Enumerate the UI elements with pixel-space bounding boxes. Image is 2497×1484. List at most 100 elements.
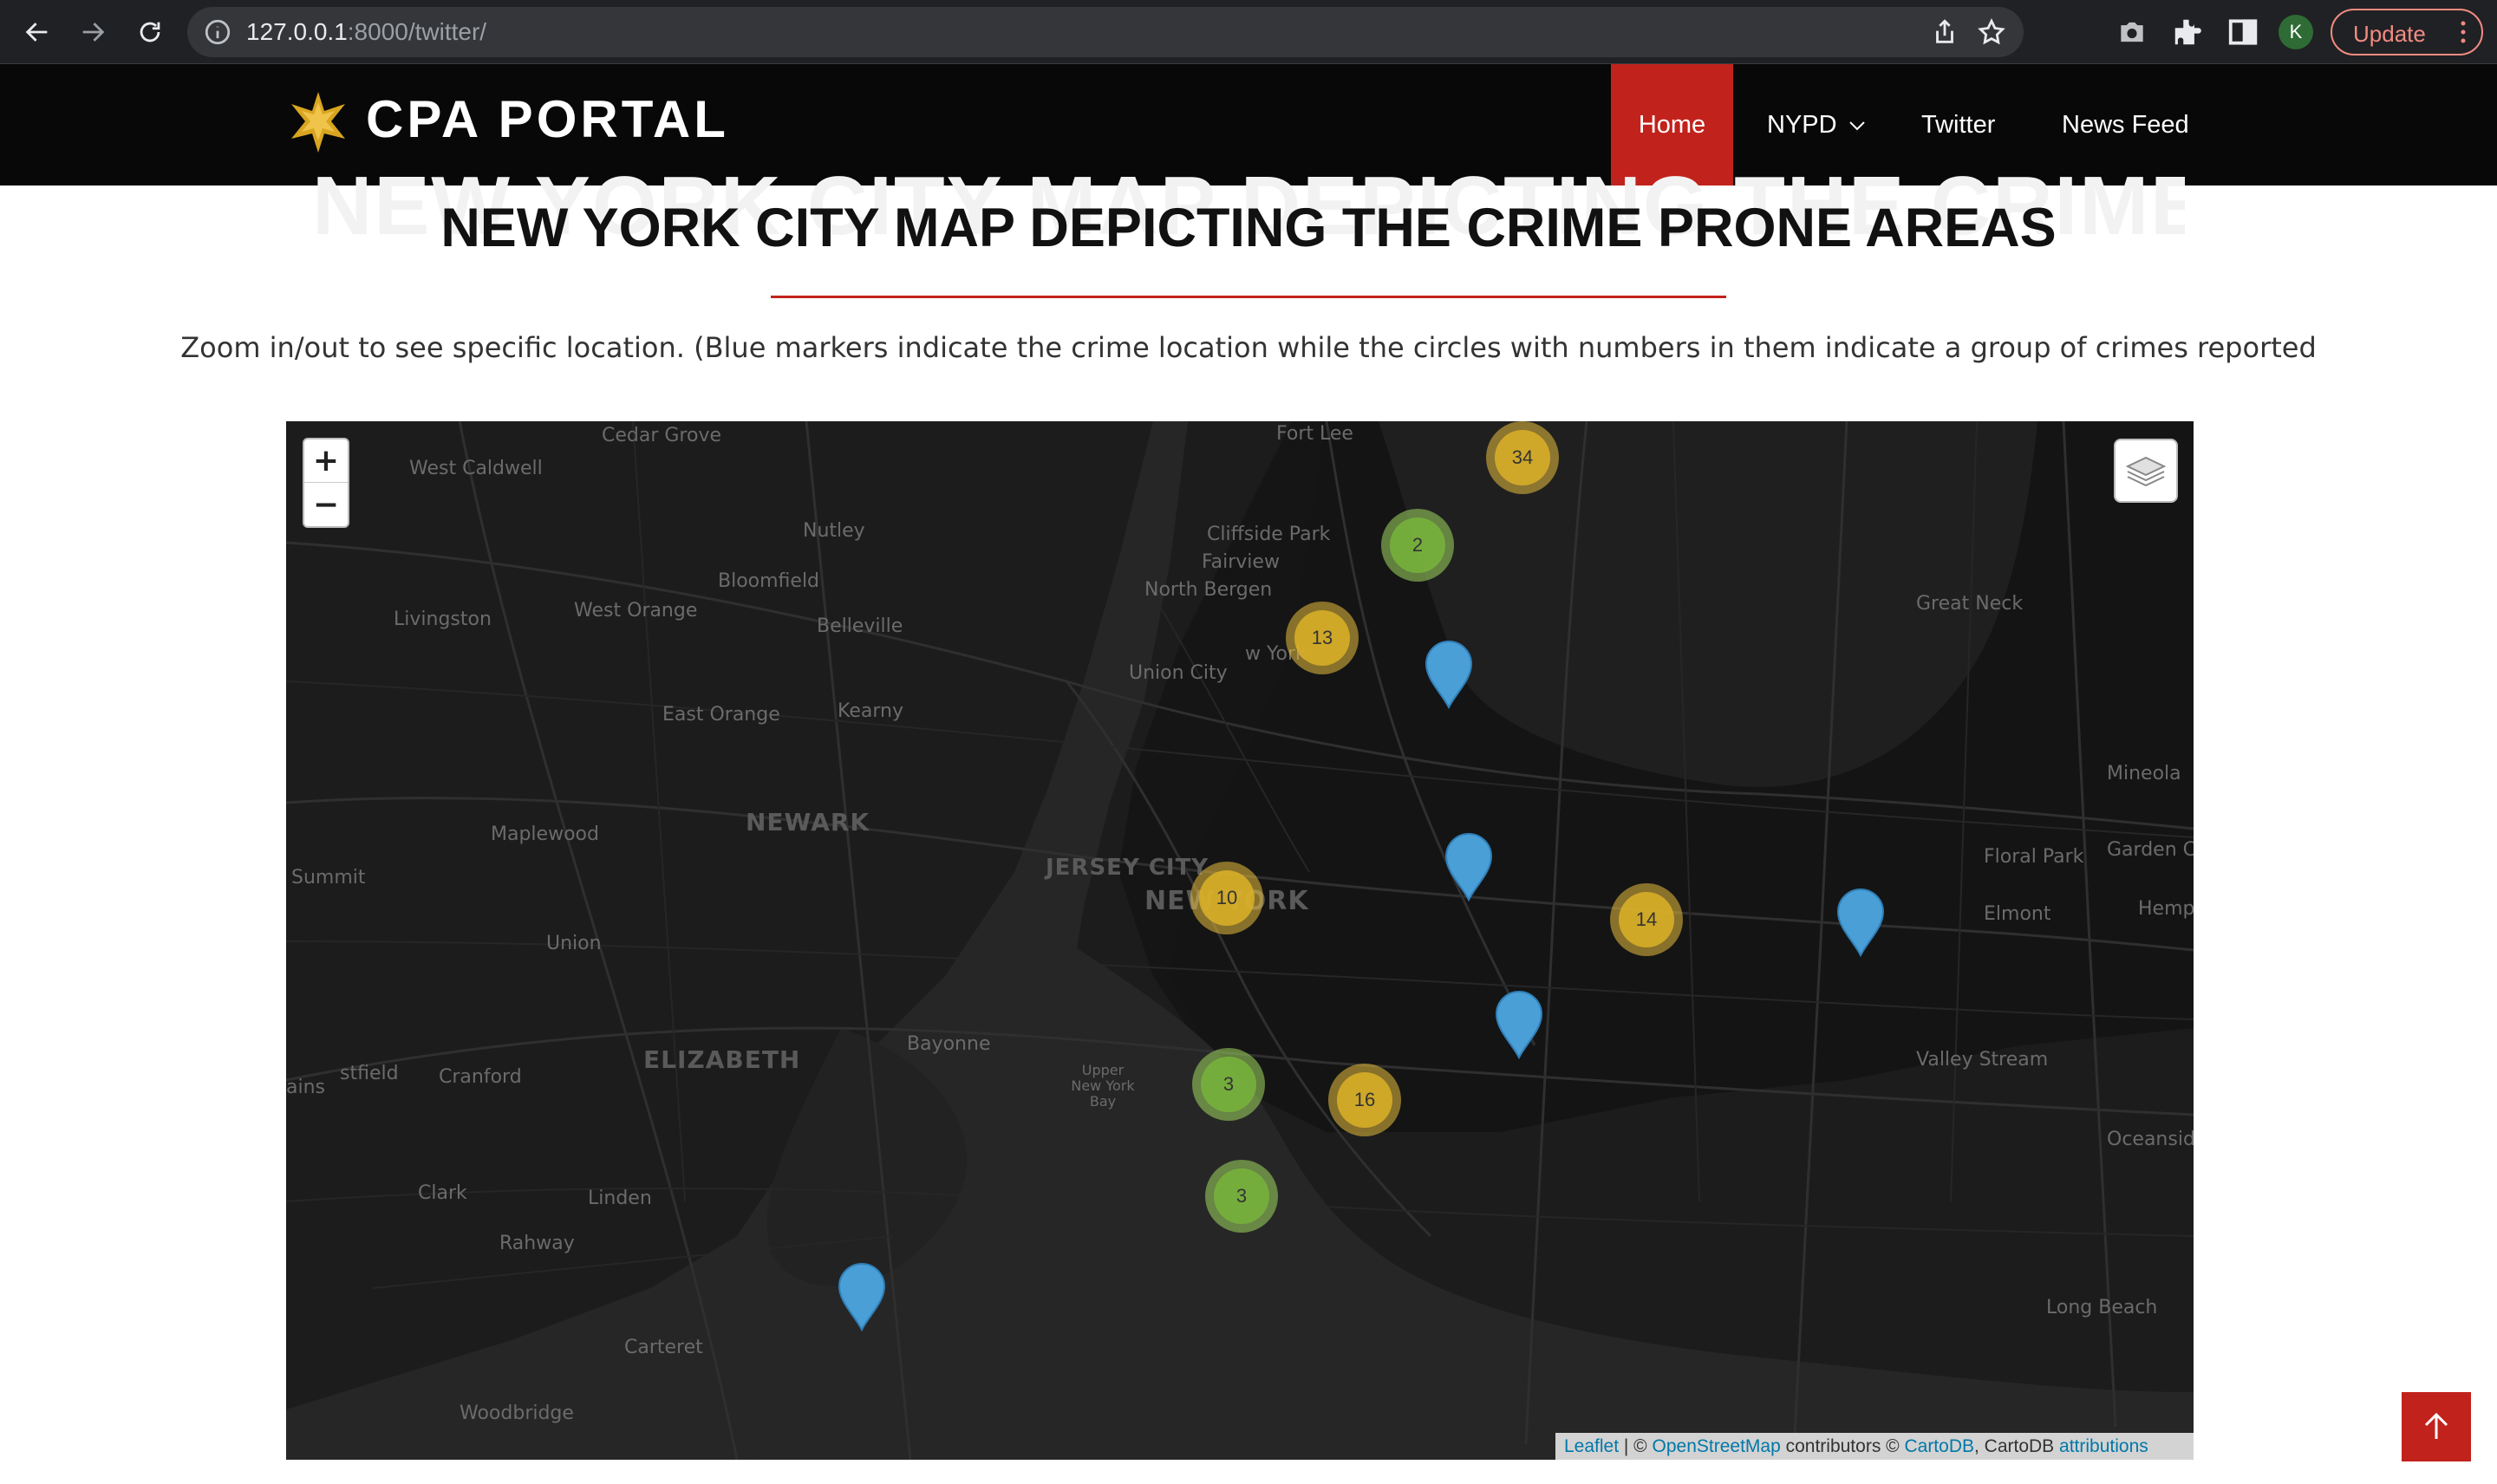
crime-location-marker-icon[interactable]	[1443, 830, 1495, 901]
place-label: Oceanside	[2107, 1129, 2194, 1150]
cluster-count: 16	[1337, 1072, 1392, 1128]
update-label: Update	[2353, 21, 2426, 47]
crime-cluster[interactable]: 13	[1286, 602, 1359, 674]
place-label: Union City	[1129, 662, 1228, 684]
place-label: Mineola	[2107, 763, 2181, 784]
zoom-control: + −	[303, 438, 349, 528]
side-panel-icon[interactable]	[2226, 16, 2259, 49]
cluster-count: 2	[1390, 517, 1445, 573]
crime-cluster[interactable]: 16	[1328, 1064, 1401, 1136]
place-label: Woodbridge	[460, 1403, 574, 1424]
cluster-count: 10	[1199, 870, 1255, 926]
forward-icon[interactable]	[73, 12, 113, 52]
place-label: West Orange	[574, 600, 698, 622]
cluster-count: 3	[1201, 1057, 1256, 1112]
arrow-up-icon	[2424, 1412, 2448, 1439]
place-label: Great Neck	[1916, 593, 2024, 615]
attribution-text: contributors ©	[1780, 1436, 1905, 1456]
layers-button[interactable]	[2114, 439, 2178, 503]
place-label: ELIZABETH	[643, 1045, 801, 1074]
place-label: Bayonne	[907, 1033, 991, 1055]
site-info-icon[interactable]	[203, 17, 232, 47]
reload-icon[interactable]	[130, 12, 170, 52]
place-label: ains	[286, 1077, 325, 1098]
place-label: Fort Lee	[1276, 423, 1353, 445]
place-label: Kearny	[838, 700, 903, 722]
zoom-out-button[interactable]: −	[304, 484, 348, 527]
leaflet-link[interactable]: Leaflet	[1564, 1436, 1619, 1456]
back-to-top-button[interactable]	[2402, 1392, 2471, 1461]
site-header: CPA PORTAL Home NYPD Twitter News Feed	[0, 64, 2497, 186]
place-label: Floral Park	[1984, 846, 2084, 868]
place-label: Maplewood	[491, 823, 599, 845]
place-label: Long Beach	[2046, 1297, 2158, 1318]
extensions-puzzle-icon[interactable]	[2171, 16, 2204, 49]
place-label: Clark	[418, 1182, 467, 1204]
nav-home[interactable]: Home	[1611, 64, 1733, 186]
place-label: Cranford	[439, 1066, 522, 1088]
zoom-in-button[interactable]: +	[304, 439, 348, 483]
place-label: North Bergen	[1144, 579, 1273, 601]
crime-cluster[interactable]: 34	[1486, 421, 1559, 494]
attributions-link[interactable]: attributions	[2059, 1436, 2148, 1456]
place-label: Fairview	[1202, 551, 1280, 573]
place-label: Bloomfield	[718, 570, 820, 592]
map-instructions: Zoom in/out to see specific location. (B…	[180, 331, 2317, 364]
profile-avatar[interactable]: K	[2279, 15, 2313, 49]
url-path: :8000/twitter/	[347, 18, 487, 45]
crime-map[interactable]: Cedar Grove West Caldwell Nutley Bloomfi…	[286, 421, 2194, 1460]
place-label: Hemp	[2138, 898, 2194, 920]
share-icon[interactable]	[1930, 17, 1959, 47]
update-button[interactable]: Update	[2331, 9, 2483, 55]
camera-extension-icon[interactable]	[2116, 16, 2148, 49]
cluster-count: 34	[1495, 430, 1550, 485]
place-label: Cedar Grove	[602, 425, 722, 446]
crime-location-marker-icon[interactable]	[1835, 886, 1887, 957]
brand-title[interactable]: CPA PORTAL	[366, 88, 729, 151]
place-label: Livingston	[394, 609, 492, 630]
place-label: Upper New York Bay	[1071, 1062, 1135, 1110]
place-label: West Caldwell	[409, 458, 543, 479]
cluster-count: 3	[1214, 1168, 1269, 1224]
place-label: Carteret	[624, 1337, 703, 1358]
crime-location-marker-icon[interactable]	[1493, 988, 1545, 1059]
place-label: Union	[546, 933, 602, 954]
back-icon[interactable]	[17, 12, 57, 52]
crime-cluster[interactable]: 2	[1381, 509, 1454, 582]
place-label: Elmont	[1984, 903, 2051, 925]
crime-cluster[interactable]: 14	[1610, 883, 1683, 956]
layers-icon	[2125, 456, 2167, 487]
address-bar[interactable]: 127.0.0.1:8000/twitter/	[187, 7, 2024, 57]
place-label: Garden C	[2107, 839, 2194, 861]
place-label: Rahway	[499, 1233, 575, 1254]
place-label: Valley Stream	[1916, 1049, 2049, 1071]
title-divider	[771, 296, 1726, 298]
nav-nypd-label: NYPD	[1767, 111, 1837, 139]
url-text[interactable]: 127.0.0.1:8000/twitter/	[246, 17, 486, 47]
crime-cluster[interactable]: 10	[1190, 862, 1263, 934]
crime-cluster[interactable]: 3	[1192, 1048, 1265, 1121]
place-label: NEWARK	[746, 808, 870, 836]
cluster-count: 13	[1294, 610, 1350, 666]
crime-cluster[interactable]: 3	[1205, 1160, 1278, 1233]
place-label: Cliffside Park	[1207, 524, 1331, 545]
nav-news-feed[interactable]: News Feed	[2062, 64, 2189, 186]
crime-location-marker-icon[interactable]	[1423, 638, 1475, 709]
map-attribution: Leaflet | © OpenStreetMap contributors ©…	[1555, 1433, 2194, 1460]
nav-nypd[interactable]: NYPD	[1767, 64, 1867, 186]
place-label: Belleville	[817, 615, 903, 637]
attribution-text: | ©	[1619, 1436, 1653, 1456]
crime-location-marker-icon[interactable]	[836, 1260, 888, 1331]
bookmark-star-icon[interactable]	[1977, 17, 2006, 47]
cartodb-link[interactable]: CartoDB	[1904, 1436, 1974, 1456]
url-host: 127.0.0.1	[246, 18, 348, 45]
browser-toolbar: 127.0.0.1:8000/twitter/ K Update	[0, 0, 2497, 64]
nav-twitter[interactable]: Twitter	[1921, 64, 1995, 186]
openstreetmap-link[interactable]: OpenStreetMap	[1653, 1436, 1781, 1456]
chevron-down-icon	[1848, 121, 1865, 131]
place-label: stfield	[340, 1063, 399, 1084]
place-label: East Orange	[662, 704, 780, 726]
sheriff-star-icon[interactable]	[288, 90, 349, 154]
place-label: Summit	[291, 867, 366, 888]
place-label: Linden	[588, 1188, 652, 1209]
